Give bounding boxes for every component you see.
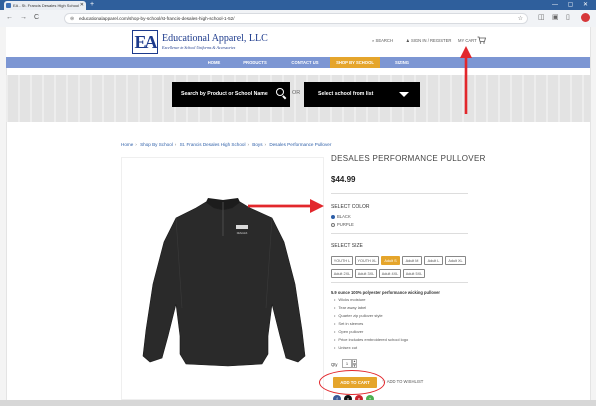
radio-unselected-icon[interactable] [331, 222, 335, 227]
color-option-black[interactable]: BLACK [331, 214, 351, 219]
tab-search-icon[interactable]: ▣ [552, 13, 559, 23]
pullover-image: DESALES [142, 198, 306, 367]
extensions-icon[interactable]: ◫ [538, 13, 545, 23]
site-favicon-icon [6, 3, 11, 8]
size-adult-m[interactable]: Adult M [402, 256, 422, 265]
size-adult-s[interactable]: Adult S [381, 256, 400, 265]
close-tab-icon[interactable]: ✕ [80, 1, 84, 10]
product-image-panel[interactable]: DESALES [121, 157, 324, 400]
tab-title: EA - St. Francis Desales High School [13, 3, 80, 8]
size-youth-xl[interactable]: YOUTH XL [355, 256, 379, 265]
cart-link[interactable]: MY CART [458, 37, 477, 45]
nav-contact-us[interactable]: CONTACT US [282, 57, 328, 68]
back-arrow-icon[interactable]: ← [6, 13, 13, 23]
nav-products[interactable]: PRODUCTS [234, 57, 276, 68]
nav-sizing[interactable]: SIZING [384, 57, 420, 68]
logo-tagline: Excellence in School Uniforms & Accessor… [162, 45, 236, 50]
size-adult-l[interactable]: Adult L [424, 256, 443, 265]
divider [331, 233, 468, 234]
right-page-gutter [590, 27, 596, 400]
bookmark-star-icon[interactable]: ☆ [518, 14, 523, 24]
browser-tab[interactable]: EA - St. Francis Desales High School ✕ [4, 1, 86, 10]
add-to-wishlist-link[interactable]: ♡ ADD TO WISHLIST [382, 379, 423, 384]
product-search-label: Search by Product or School Name [181, 91, 268, 97]
breadcrumb-school[interactable]: St. Francis Desales High School [180, 142, 246, 147]
search-icon[interactable] [276, 88, 284, 96]
user-icon: ♟ [406, 38, 410, 43]
select-size-label: SELECT SIZE [331, 243, 363, 249]
size-youth-l[interactable]: YOUTH L [331, 256, 353, 265]
search-icon: ⌕ [372, 38, 375, 43]
or-divider-text: OR [292, 90, 301, 96]
main-navigation: HOME PRODUCTS CONTACT US SHOP BY SCHOOL … [6, 57, 590, 68]
feature-bullet: Quarter zip pullover style [334, 313, 382, 318]
sidepanel-icon[interactable]: ▯ [566, 13, 570, 23]
select-color-label: SELECT COLOR [331, 204, 370, 210]
ea-logo-mark[interactable]: EA [132, 30, 158, 54]
product-search-box[interactable]: Search by Product or School Name [172, 82, 290, 107]
window-controls[interactable]: — ▢ ✕ [552, 0, 592, 10]
breadcrumb: Home › Shop By School › St. Francis Desale… [121, 142, 332, 147]
breadcrumb-boys[interactable]: Boys [252, 142, 262, 147]
annotation-circle-add-to-cart [319, 370, 385, 395]
search-link[interactable]: ⌕ SEARCH [372, 37, 393, 45]
breadcrumb-home[interactable]: Home [121, 142, 133, 147]
svg-text:DESALES: DESALES [237, 232, 248, 235]
url-text: educationalapparel.com/shop-by-school/st… [79, 16, 235, 21]
size-adult-4xl[interactable]: Adult 4XL [379, 269, 401, 278]
feature-bullet: Set in sleeves [334, 321, 363, 326]
breadcrumb-current: Desales Performance Pullover [269, 142, 332, 147]
chevron-down-icon [399, 92, 409, 97]
embroidered-school-logo [236, 225, 248, 229]
product-price: $44.99 [331, 175, 356, 184]
size-adult-2xl[interactable]: Adult 2XL [331, 269, 353, 278]
forward-arrow-icon[interactable]: → [20, 13, 27, 23]
feature-bullet: Wicks moisture [334, 297, 365, 302]
browser-tab-bar: EA - St. Francis Desales High School ✕ +… [0, 0, 596, 10]
nav-shop-by-school[interactable]: SHOP BY SCHOOL [330, 57, 380, 68]
qty-label: Qty [331, 362, 338, 367]
radio-selected-icon[interactable] [331, 214, 335, 219]
size-adult-5xl[interactable]: Adult 5XL [403, 269, 425, 278]
nav-home[interactable]: HOME [194, 57, 234, 68]
quantity-input[interactable]: 1 [342, 359, 352, 368]
site-header: EA Educational Apparel, LLC Excellence i… [6, 27, 590, 57]
site-info-icon[interactable]: ⊜ [70, 14, 74, 24]
cart-icon[interactable] [477, 36, 486, 44]
new-tab-button[interactable]: + [90, 0, 94, 10]
bottom-band [0, 400, 596, 406]
school-select-label: Select school from list [318, 91, 374, 97]
feature-bullet: Unisex cut [334, 345, 357, 350]
url-input[interactable]: ⊜ educationalapparel.com/shop-by-school/… [64, 13, 528, 24]
feature-bullet: Price includes embroidered school logo [334, 337, 408, 342]
product-title: DESALES PERFORMANCE PULLOVER [331, 154, 486, 163]
school-select-dropdown[interactable]: Select school from list [304, 82, 420, 107]
size-adult-3xl[interactable]: Adult 3XL [355, 269, 377, 278]
divider [331, 282, 468, 283]
feature-bullet: Tear away label [334, 305, 366, 310]
feature-bullet: Open pullover [334, 329, 363, 334]
divider [331, 193, 468, 194]
size-adult-xl[interactable]: Adult XL [445, 256, 466, 265]
qty-decrease-icon[interactable]: ▼ [352, 363, 357, 368]
address-bar-row: ← → C ⊜ educationalapparel.com/shop-by-s… [0, 10, 596, 28]
description-heading: 5.9 ounce 100% polyester performance wic… [331, 290, 440, 295]
logo-name[interactable]: Educational Apparel, LLC [162, 33, 268, 44]
reload-icon[interactable]: C [34, 13, 39, 23]
color-option-purple[interactable]: PURPLE [331, 222, 354, 227]
breadcrumb-shop-by-school[interactable]: Shop By School [140, 142, 173, 147]
search-band [6, 75, 590, 122]
profile-avatar[interactable] [581, 13, 590, 22]
signin-link[interactable]: ♟ SIGN IN / REGISTER [406, 37, 451, 45]
